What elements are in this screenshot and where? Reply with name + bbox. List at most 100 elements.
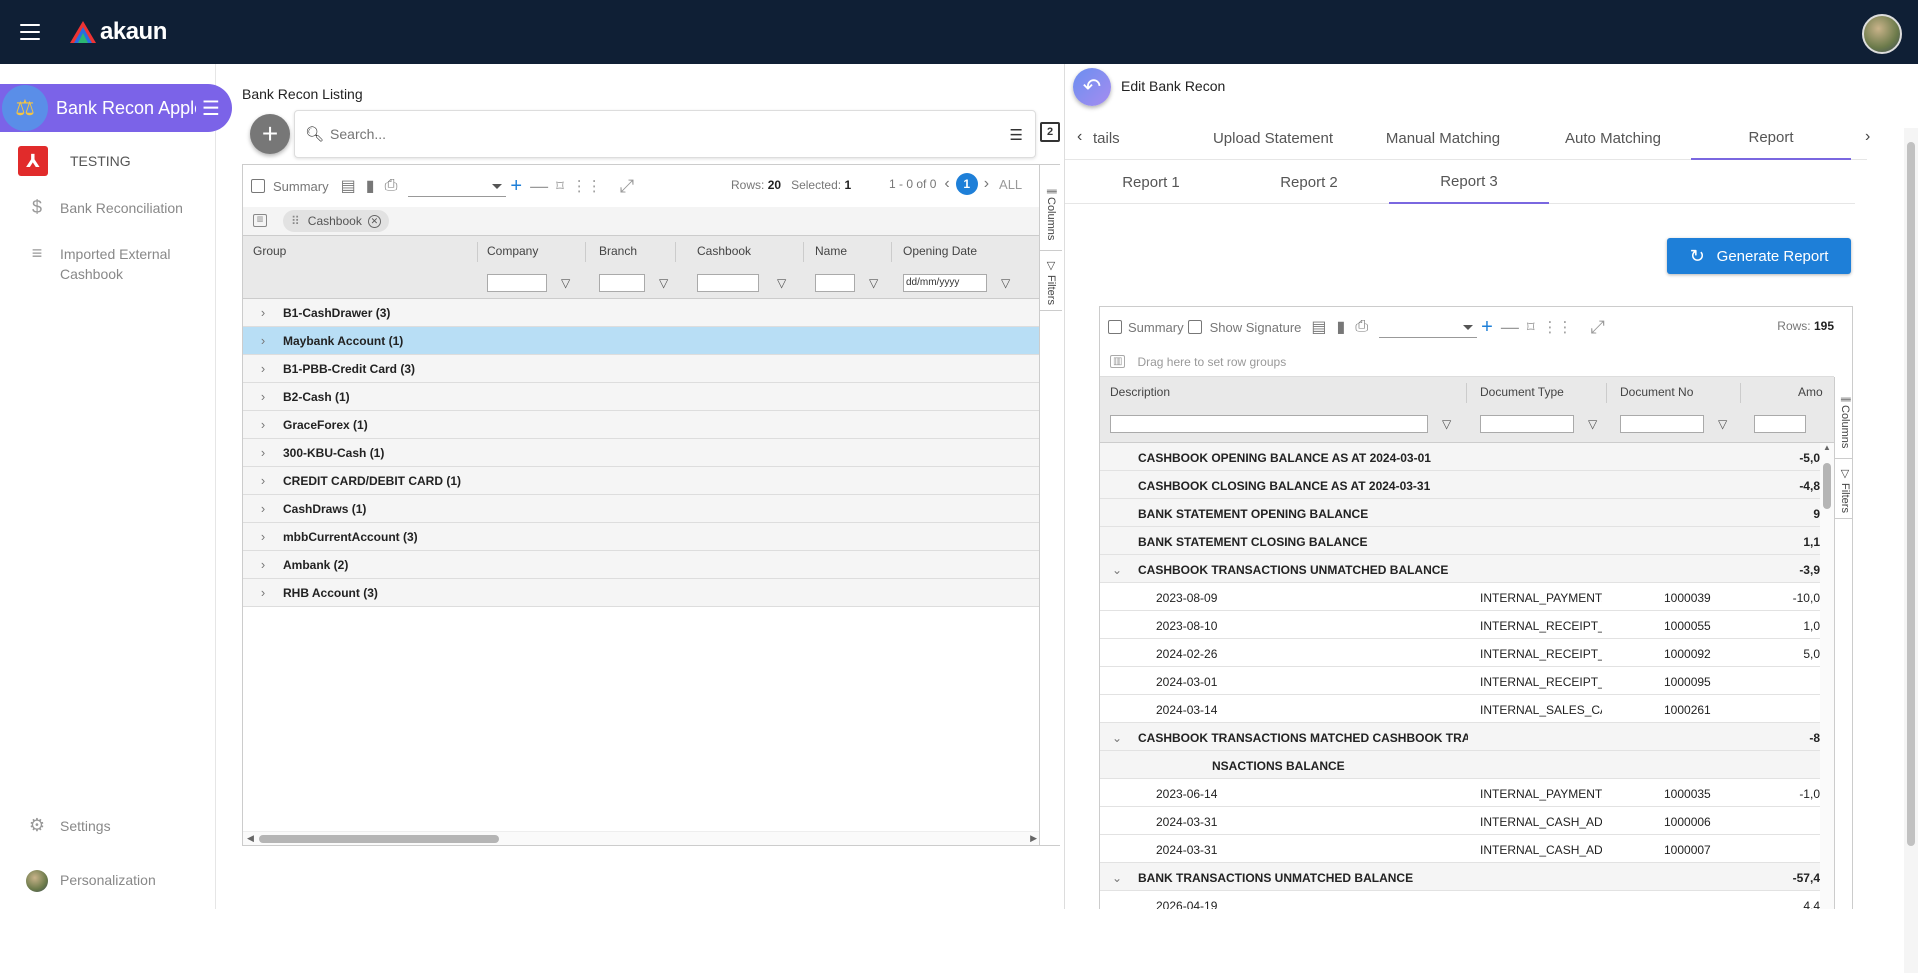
- copy-badge-icon[interactable]: 2: [1040, 122, 1060, 142]
- report-row[interactable]: 2024-03-31 INTERNAL_CASH_AD... 1000006: [1100, 807, 1820, 835]
- chevron-right-icon[interactable]: ›: [243, 557, 283, 572]
- tab-report[interactable]: Report: [1691, 116, 1851, 160]
- scroll-thumb[interactable]: [259, 835, 499, 843]
- description-filter-input[interactable]: [1110, 415, 1428, 433]
- all-button[interactable]: ALL: [999, 177, 1022, 192]
- file-icon[interactable]: ▮: [1337, 317, 1346, 337]
- group-chip[interactable]: ⠿ Cashbook ✕: [283, 210, 389, 232]
- grid-icon[interactable]: ⋮⋮: [572, 177, 602, 195]
- scroll-up-icon[interactable]: ▲: [1823, 443, 1831, 452]
- filter-icon[interactable]: ▽: [1442, 417, 1451, 431]
- chevron-right-icon[interactable]: ›: [243, 417, 283, 432]
- chevron-right-icon[interactable]: ›: [243, 333, 283, 348]
- group-row[interactable]: › B1-CashDrawer (3): [243, 299, 1039, 327]
- amount-filter-input[interactable]: [1754, 415, 1806, 433]
- filters-tool-tab[interactable]: ▽ Filters: [1040, 253, 1062, 311]
- sidebar-item-bank-reconciliation[interactable]: $ Bank Reconciliation: [26, 198, 183, 218]
- collapse-all-icon[interactable]: —: [1501, 317, 1519, 338]
- collapse-menu-icon[interactable]: ☰: [202, 96, 220, 121]
- report-group-row[interactable]: CASHBOOK OPENING BALANCE AS AT 2024-03-0…: [1100, 443, 1820, 471]
- filter-icon[interactable]: ▽: [1718, 417, 1727, 431]
- grid-icon[interactable]: ⋮⋮: [1543, 318, 1573, 336]
- file-icon[interactable]: ▮: [366, 176, 375, 196]
- print-icon[interactable]: ⎙: [385, 177, 398, 195]
- page-vertical-scrollbar[interactable]: [1904, 128, 1918, 973]
- filter-icon[interactable]: ▽: [561, 276, 570, 290]
- scroll-left-icon[interactable]: ◀: [247, 833, 254, 844]
- print-icon[interactable]: ⎙: [1355, 318, 1368, 336]
- document-icon[interactable]: ▤: [1311, 317, 1326, 337]
- bookmark-icon[interactable]: ⌑: [556, 177, 564, 195]
- group-row[interactable]: › Maybank Account (1): [243, 327, 1039, 355]
- tab-manual-matching[interactable]: Manual Matching: [1363, 116, 1523, 160]
- filter-icon[interactable]: ▽: [869, 276, 878, 290]
- view-select[interactable]: [408, 175, 507, 197]
- column-header-description[interactable]: Description: [1110, 385, 1170, 399]
- view-select[interactable]: [1379, 316, 1478, 338]
- column-header-document-type[interactable]: Document Type: [1480, 385, 1564, 399]
- tab-auto-matching[interactable]: Auto Matching: [1533, 116, 1693, 160]
- group-row[interactable]: › mbbCurrentAccount (3): [243, 523, 1039, 551]
- document-no-filter-input[interactable]: [1620, 415, 1704, 433]
- report-row[interactable]: 2024-03-14 INTERNAL_SALES_CA... 1000261: [1100, 695, 1820, 723]
- filter-list-icon[interactable]: ☰: [1010, 126, 1023, 144]
- tabs-prev-icon[interactable]: ‹: [1077, 128, 1082, 146]
- column-header-name[interactable]: Name: [815, 244, 847, 258]
- column-header-amount[interactable]: Amo: [1798, 385, 1823, 399]
- horizontal-scrollbar[interactable]: ◀ ▶: [243, 831, 1039, 845]
- sidebar-item-personalization[interactable]: Personalization: [26, 870, 156, 895]
- columns-tool-tab[interactable]: ⫼ Columns: [1040, 183, 1062, 251]
- group-row[interactable]: › RHB Account (3): [243, 579, 1039, 607]
- search-input[interactable]: [330, 126, 991, 142]
- summary-checkbox[interactable]: [1108, 320, 1122, 334]
- tabs-next-icon[interactable]: ›: [1865, 128, 1870, 146]
- group-row[interactable]: › Ambank (2): [243, 551, 1039, 579]
- cashbook-filter-input[interactable]: [697, 274, 759, 292]
- app-logo[interactable]: akaun: [70, 18, 167, 46]
- expand-all-icon[interactable]: +: [510, 175, 522, 198]
- report-row[interactable]: 2024-03-31 INTERNAL_CASH_AD... 1000007: [1100, 835, 1820, 863]
- show-signature-checkbox[interactable]: [1187, 320, 1202, 334]
- summary-checkbox[interactable]: [251, 179, 265, 193]
- row-group-drop-zone[interactable]: ▥ Drag here to set row groups: [1100, 347, 1834, 377]
- generate-report-button[interactable]: ↻ Generate Report: [1667, 238, 1851, 274]
- tab-report-3[interactable]: Report 3: [1389, 160, 1549, 204]
- chevron-right-icon[interactable]: ›: [243, 305, 283, 320]
- opening-date-filter-input[interactable]: dd/mm/yyyy: [903, 274, 987, 292]
- report-group-row[interactable]: ⌄ BANK TRANSACTIONS UNMATCHED BALANCE -57,…: [1100, 863, 1820, 891]
- report-row[interactable]: 2023-08-09 INTERNAL_PAYMENT... 1000039 -10,…: [1100, 583, 1820, 611]
- report-row[interactable]: 2023-08-10 INTERNAL_RECEIPT_... 1000055 1,0: [1100, 611, 1820, 639]
- chevron-right-icon[interactable]: ›: [243, 389, 283, 404]
- report-group-row[interactable]: NSACTIONS BALANCE: [1100, 751, 1820, 779]
- user-avatar[interactable]: [1862, 14, 1902, 54]
- filter-icon[interactable]: ▽: [1001, 276, 1010, 290]
- scroll-right-icon[interactable]: ▶: [1030, 833, 1037, 844]
- report-group-row[interactable]: BANK STATEMENT OPENING BALANCE 9: [1100, 499, 1820, 527]
- report-row[interactable]: 2024-02-26 INTERNAL_RECEIPT_... 1000092 5,0: [1100, 639, 1820, 667]
- report-group-row[interactable]: ⌄ CASHBOOK TRANSACTIONS MATCHED CASHBOOK …: [1100, 723, 1820, 751]
- branch-filter-input[interactable]: [599, 274, 645, 292]
- group-row[interactable]: › B2-Cash (1): [243, 383, 1039, 411]
- columns-tool-tab[interactable]: ⫼ Columns: [1835, 391, 1852, 459]
- filter-icon[interactable]: ▽: [777, 276, 786, 290]
- column-header-group[interactable]: Group: [253, 244, 286, 258]
- column-header-branch[interactable]: Branch: [599, 244, 637, 258]
- chevron-right-icon[interactable]: ›: [243, 501, 283, 516]
- tenant-item[interactable]: ⅄ TESTING: [18, 146, 131, 176]
- document-type-filter-input[interactable]: [1480, 415, 1574, 433]
- drag-handle-icon[interactable]: ⠿: [291, 214, 300, 228]
- chevron-right-icon[interactable]: ›: [243, 445, 283, 460]
- group-row[interactable]: › GraceForex (1): [243, 411, 1039, 439]
- report-group-row[interactable]: BANK STATEMENT CLOSING BALANCE 1,1: [1100, 527, 1820, 555]
- chevron-down-icon[interactable]: ⌄: [1112, 871, 1122, 885]
- page-number-button[interactable]: 1: [955, 173, 978, 195]
- add-button[interactable]: +: [250, 114, 290, 154]
- scroll-thumb[interactable]: [1907, 142, 1915, 846]
- filter-icon[interactable]: ▽: [659, 276, 668, 290]
- report-row[interactable]: 2023-06-14 INTERNAL_PAYMENT... 1000035 -1,0: [1100, 779, 1820, 807]
- group-row[interactable]: › CashDraws (1): [243, 495, 1039, 523]
- chevron-right-icon[interactable]: ›: [243, 473, 283, 488]
- chevron-down-icon[interactable]: ⌄: [1112, 731, 1122, 745]
- column-header-cashbook[interactable]: Cashbook: [697, 244, 751, 258]
- tab-report-1[interactable]: Report 1: [1071, 160, 1231, 204]
